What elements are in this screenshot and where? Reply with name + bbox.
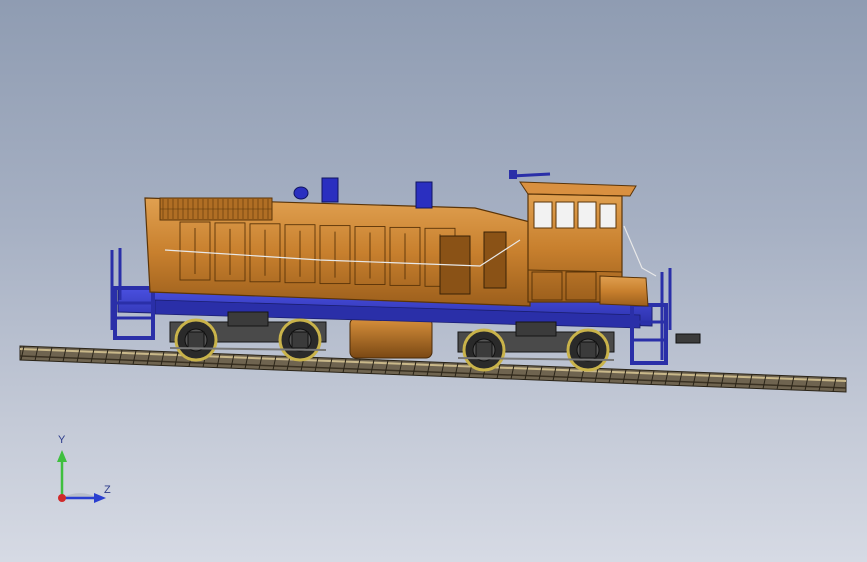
rail-track (19, 345, 847, 393)
exhaust-stack (321, 177, 339, 203)
fuel-tank (349, 317, 433, 359)
graphics-viewport[interactable]: Y Z (0, 0, 867, 562)
exhaust-stack (415, 181, 433, 209)
warning-beacon-icon (293, 186, 309, 200)
long-hood (144, 197, 531, 307)
wheel (278, 318, 322, 362)
y-axis-label: Y (58, 434, 66, 446)
locomotive-model[interactable] (0, 0, 867, 562)
wheel (566, 328, 610, 372)
coordinate-triad: Y Z (48, 434, 118, 510)
front-truck (457, 321, 615, 372)
z-axis-label: Z (104, 484, 111, 496)
wheel (462, 328, 506, 372)
rear-truck (169, 311, 327, 362)
x-axis-dot (58, 494, 66, 502)
wheel (174, 318, 218, 362)
